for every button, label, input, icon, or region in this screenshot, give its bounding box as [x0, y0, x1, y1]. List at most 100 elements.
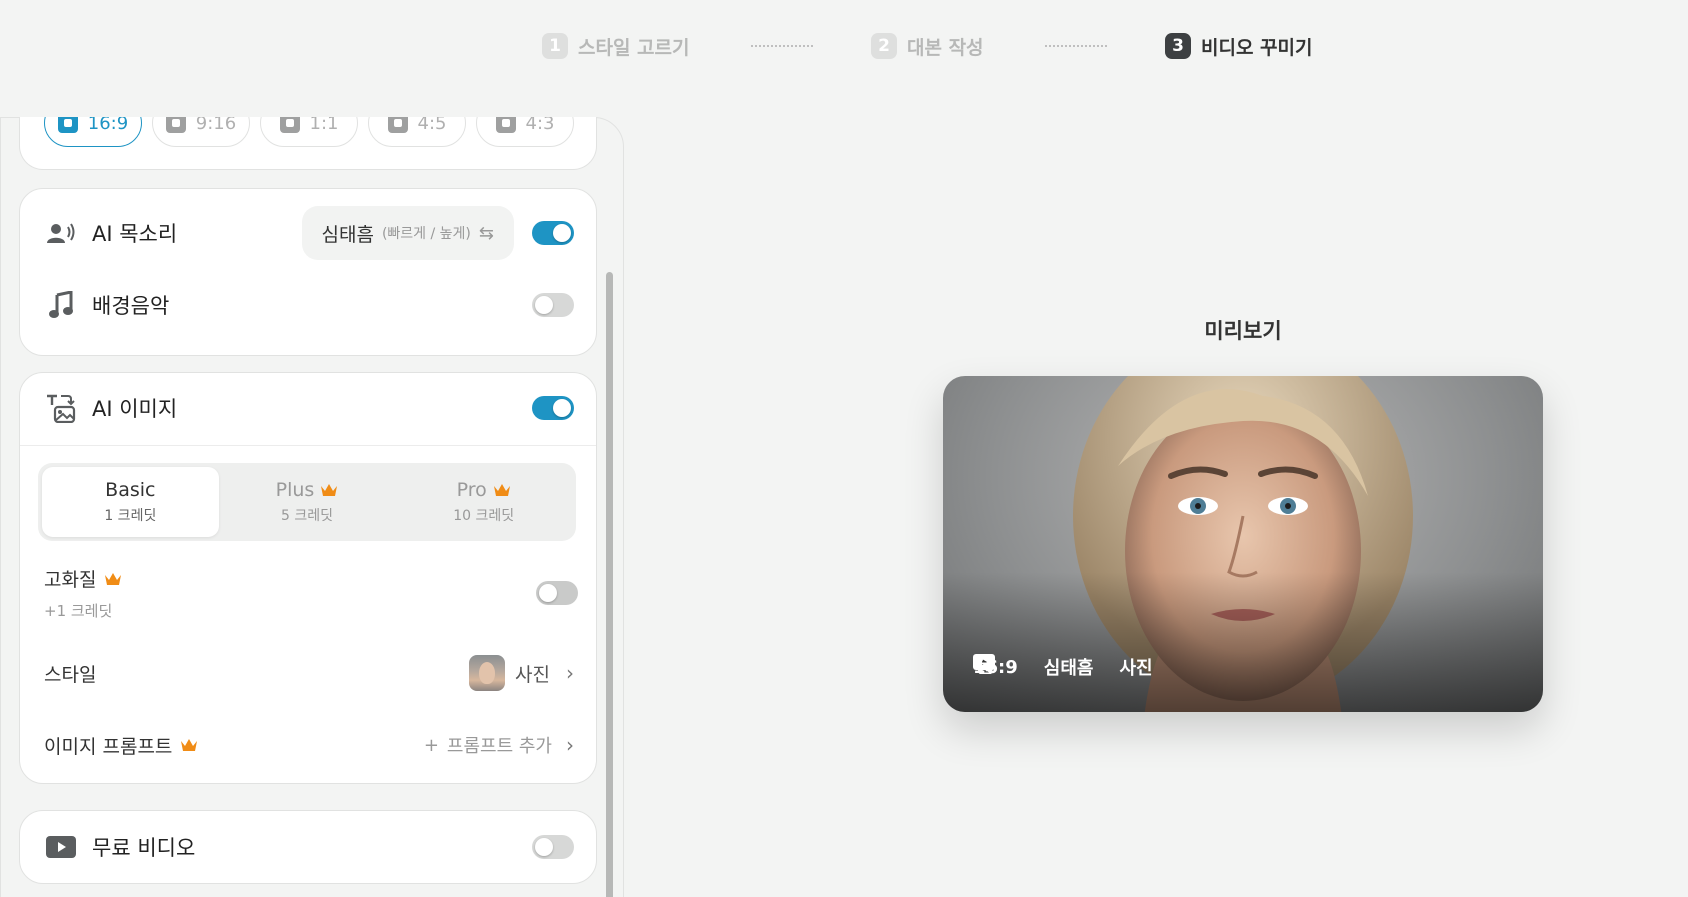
style-value: 사진 › [469, 655, 574, 691]
hq-label: 고화질 [44, 565, 122, 592]
bgm-toggle[interactable] [532, 293, 574, 317]
step-1[interactable]: 1 스타일 고르기 [542, 30, 690, 62]
tier-name-text: Pro [456, 479, 487, 501]
preview-overlay [943, 572, 1543, 712]
hq-toggle[interactable] [536, 581, 578, 605]
free-video-row: 무료 비디오 [46, 827, 574, 867]
video-preview[interactable]: 16:9 심태흠 사진 [943, 376, 1543, 712]
portrait-icon [387, 117, 408, 133]
tier-credit: 10 크레딧 [453, 508, 515, 524]
text-to-image-icon [46, 393, 76, 423]
ratio-option-4-5[interactable]: 4:5 [368, 117, 466, 147]
ai-voice-toggle[interactable] [532, 221, 574, 245]
ai-voice-title: AI 목소리 [92, 222, 178, 246]
preview-style: 사진 [973, 654, 1153, 680]
audio-card: AI 목소리 심태흠 (빠르게 / 높게) ⇆ 배경음악 [19, 188, 597, 356]
preview-meta: 16:9 심태흠 사진 [973, 654, 1153, 680]
chevron-right-icon: › [566, 661, 574, 685]
ai-image-toggle[interactable] [532, 396, 574, 420]
step-number: 3 [1165, 33, 1191, 59]
ai-image-row: AI 이미지 [46, 388, 574, 428]
preview-voice: 심태흠 [973, 654, 1094, 680]
play-video-icon [46, 832, 76, 862]
tier-name-text: Plus [275, 479, 315, 501]
hq-text: 고화질 +1 크레딧 [44, 565, 122, 621]
step-connector [1045, 45, 1107, 47]
square-icon [279, 117, 300, 133]
stepper: 1 스타일 고르기 2 대본 작성 3 비디오 꾸미기 [0, 30, 1688, 62]
prompt-label: 이미지 프롬프트 [44, 732, 198, 759]
crown-icon [493, 484, 510, 496]
ratio-option-9-16[interactable]: 9:16 [152, 117, 250, 147]
ai-voice-row: AI 목소리 심태흠 (빠르게 / 높게) ⇆ [46, 205, 574, 261]
style-value-text: 사진 [515, 663, 550, 686]
crown-icon [105, 572, 122, 585]
tier-name: Basic [105, 479, 155, 501]
chevron-right-icon: › [566, 733, 574, 757]
tier-credit: 5 크레딧 [281, 508, 333, 524]
free-video-toggle[interactable] [532, 835, 574, 859]
step-2[interactable]: 2 대본 작성 [871, 30, 984, 62]
aspect-ratio-card: 16:9 9:16 1:1 4:5 4:3 [19, 117, 597, 170]
portrait-icon [165, 117, 186, 133]
free-video-title: 무료 비디오 [92, 836, 196, 860]
ratio-option-1-1[interactable]: 1:1 [260, 117, 358, 147]
text-to-image-icon [973, 655, 993, 674]
swap-icon: ⇆ [478, 222, 494, 244]
add-prompt-label: 프롬프트 추가 [446, 736, 552, 757]
voice-name: 심태흠 [321, 223, 374, 246]
bgm-row: 배경음악 [46, 285, 574, 325]
crown-icon [321, 484, 338, 496]
landscape-icon [57, 117, 78, 133]
settings-panel: 16:9 9:16 1:1 4:5 4:3 AI 목소리 심태흠 (빠르게 / … [0, 117, 624, 897]
preview-voice-text: 심태흠 [1043, 658, 1094, 679]
aspect-ratio-options: 16:9 9:16 1:1 4:5 4:3 [44, 117, 574, 147]
ratio-label: 16:9 [87, 117, 129, 134]
ratio-option-16-9[interactable]: 16:9 [44, 117, 142, 147]
prompt-label-text: 이미지 프롬프트 [44, 735, 173, 758]
tier-pro[interactable]: Pro 10 크레딧 [395, 467, 572, 537]
step-label: 대본 작성 [907, 36, 984, 59]
bgm-title: 배경음악 [92, 294, 170, 318]
crown-icon [181, 739, 198, 751]
scrollbar[interactable] [606, 272, 613, 897]
music-note-icon [46, 290, 76, 320]
tier-name: Pro [457, 479, 511, 501]
style-label: 스타일 [44, 663, 97, 686]
tier-credit: 1 크레딧 [104, 508, 157, 524]
preview-style-text: 사진 [1119, 658, 1153, 679]
voice-icon [46, 218, 76, 248]
tier-plus[interactable]: Plus 5 크레딧 [219, 467, 396, 537]
ratio-label: 1:1 [309, 117, 339, 134]
step-connector [751, 45, 813, 47]
voice-description: (빠르게 / 높게) [381, 226, 471, 242]
plus-icon: + [423, 734, 439, 756]
style-row[interactable]: 스타일 사진 › [44, 653, 574, 693]
add-prompt-button[interactable]: + 프롬프트 추가 › [424, 732, 574, 758]
tier-name: Plus [276, 479, 339, 501]
landscape-icon [495, 117, 516, 133]
ratio-label: 9:16 [195, 117, 237, 134]
style-thumbnail [469, 655, 506, 691]
hq-credit: +1 크레딧 [44, 602, 113, 620]
image-tier-selector: Basic 1 크레딧 Plus 5 크레딧 Pro 10 크레딧 [38, 463, 576, 541]
tier-name-text: Basic [105, 479, 156, 501]
step-number: 1 [542, 33, 568, 59]
ratio-label: 4:3 [525, 117, 555, 134]
ai-image-title: AI 이미지 [92, 397, 178, 421]
hq-label-text: 고화질 [44, 569, 97, 591]
ratio-label: 4:5 [417, 117, 447, 134]
ai-image-card: AI 이미지 Basic 1 크레딧 Plus 5 크레딧 Pro 10 크레딧… [19, 372, 597, 784]
divider [20, 445, 596, 446]
step-label: 비디오 꾸미기 [1201, 36, 1313, 59]
ratio-option-4-3[interactable]: 4:3 [476, 117, 574, 147]
hq-row: 고화질 +1 크레딧 [44, 563, 578, 623]
free-video-card: 무료 비디오 [19, 810, 597, 884]
step-label: 스타일 고르기 [578, 36, 690, 59]
preview-title: 미리보기 [1204, 319, 1282, 343]
voice-selector[interactable]: 심태흠 (빠르게 / 높게) ⇆ [301, 206, 514, 260]
tier-basic[interactable]: Basic 1 크레딧 [42, 467, 219, 537]
step-3[interactable]: 3 비디오 꾸미기 [1165, 30, 1313, 62]
step-number: 2 [871, 33, 897, 59]
prompt-row[interactable]: 이미지 프롬프트 + 프롬프트 추가 › [44, 725, 574, 765]
